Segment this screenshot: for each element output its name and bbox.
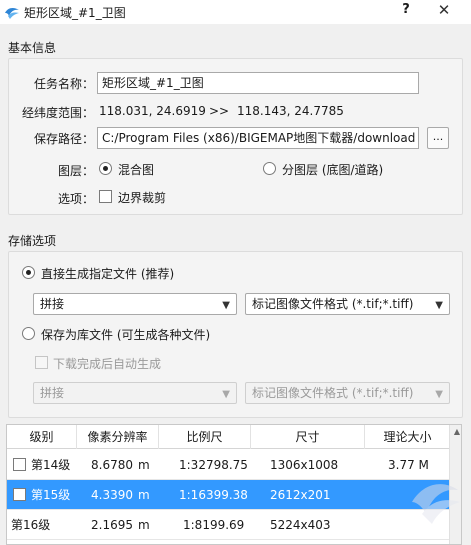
- range-from-value: 118.031, 24.6919: [99, 104, 206, 118]
- layer-label: 图层：: [57, 164, 94, 178]
- library-format-select[interactable]: 标记图像文件格式 (*.tif;*.tiff) ▼: [245, 382, 450, 404]
- library-file-label[interactable]: 保存为库文件 (可生成各种文件): [41, 326, 210, 343]
- watermark-icon: [412, 484, 460, 524]
- cell-resolution: 8.6780: [91, 458, 133, 472]
- row-checkbox[interactable]: [13, 488, 26, 501]
- browse-button[interactable]: ...: [427, 127, 449, 149]
- task-name-input[interactable]: 矩形区域_#1_卫图: [97, 72, 419, 94]
- library-mode-value: 拼接: [40, 386, 65, 400]
- app-logo-icon: [5, 8, 19, 19]
- task-name-label: 任务名称：: [33, 77, 94, 91]
- cell-scale: 1:8199.69: [183, 518, 245, 532]
- table-row[interactable]: 第16级 2.1695 m 1:8199.69 5224x403: [7, 510, 451, 540]
- direct-format-select[interactable]: 标记图像文件格式 (*.tif;*.tiff) ▼: [245, 293, 450, 315]
- col-level[interactable]: 级别: [7, 425, 77, 449]
- cell-resolution: 4.3390: [91, 488, 133, 502]
- save-path-input[interactable]: C:/Program Files (x86)/BIGEMAP地图下载器/down…: [97, 127, 419, 149]
- window-title: 矩形区域_#1_卫图: [24, 6, 126, 20]
- level-table: 级别 像素分辨率 比例尺 尺寸 理论大小 第14级 8.6780 m 1:327…: [6, 424, 462, 545]
- layer-mixed-radio[interactable]: [99, 162, 112, 175]
- cell-scale: 1:16399.38: [179, 488, 248, 502]
- library-format-value: 标记图像文件格式 (*.tif;*.tiff): [252, 386, 414, 400]
- range-to-value: 118.143, 24.7785: [237, 104, 344, 118]
- cell-resolution: 2.1695: [91, 518, 133, 532]
- direct-file-radio[interactable]: [22, 266, 35, 279]
- scroll-up-icon[interactable]: ▲: [454, 427, 460, 436]
- layer-mixed-label[interactable]: 混合图: [118, 161, 154, 178]
- layer-split-label[interactable]: 分图层 (底图/道路): [282, 161, 383, 178]
- storage-title: 存储选项: [8, 234, 57, 248]
- cell-scale: 1:32798.75: [179, 458, 248, 472]
- cell-size: 1306x1008: [270, 458, 339, 472]
- cell-size: 2612x201: [270, 488, 331, 502]
- cell-unit: m: [138, 518, 150, 532]
- chevron-down-icon: ▼: [435, 389, 443, 400]
- basic-info-title: 基本信息: [8, 41, 57, 55]
- range-label: 经纬度范围：: [21, 106, 94, 120]
- close-button[interactable]: ✕: [432, 1, 456, 21]
- cell-unit: m: [138, 458, 150, 472]
- cell-level: 第14级: [31, 458, 71, 472]
- col-estimated-size[interactable]: 理论大小: [365, 425, 451, 449]
- clip-label[interactable]: 边界裁剪: [118, 189, 166, 206]
- cell-size: 5224x403: [270, 518, 331, 532]
- chevron-down-icon: ▼: [222, 389, 230, 400]
- save-path-label: 保存路径：: [33, 132, 94, 146]
- cell-level: 第15级: [31, 488, 71, 502]
- direct-mode-value: 拼接: [40, 297, 65, 311]
- title-bar: 矩形区域_#1_卫图 ? ✕: [0, 0, 471, 24]
- cell-unit: m: [138, 488, 150, 502]
- library-file-radio[interactable]: [22, 327, 35, 340]
- range-separator: >>: [209, 104, 230, 118]
- auto-generate-label: 下载完成后自动生成: [53, 357, 162, 371]
- direct-file-label[interactable]: 直接生成指定文件 (推荐): [41, 265, 174, 282]
- col-resolution[interactable]: 像素分辨率: [77, 425, 159, 449]
- col-scale[interactable]: 比例尺: [159, 425, 251, 449]
- cell-level: 第16级: [11, 518, 51, 532]
- row-checkbox[interactable]: [13, 458, 26, 471]
- table-header: 级别 像素分辨率 比例尺 尺寸 理论大小: [7, 425, 461, 449]
- auto-generate-checkbox[interactable]: [35, 356, 48, 369]
- clip-checkbox[interactable]: [99, 190, 112, 203]
- options-label: 选项：: [57, 192, 94, 206]
- library-mode-select[interactable]: 拼接 ▼: [33, 382, 237, 404]
- col-size[interactable]: 尺寸: [251, 425, 365, 449]
- chevron-down-icon: ▼: [222, 300, 230, 311]
- direct-mode-select[interactable]: 拼接 ▼: [33, 293, 237, 315]
- chevron-down-icon: ▼: [435, 300, 443, 311]
- table-row-selected[interactable]: 第15级 4.3390 m 1:16399.38 2612x201: [7, 480, 451, 510]
- direct-format-value: 标记图像文件格式 (*.tif;*.tiff): [252, 297, 414, 311]
- layer-split-radio[interactable]: [263, 162, 276, 175]
- help-button[interactable]: ?: [398, 2, 414, 20]
- table-row[interactable]: 第14级 8.6780 m 1:32798.75 1306x1008 3.77 …: [7, 450, 451, 480]
